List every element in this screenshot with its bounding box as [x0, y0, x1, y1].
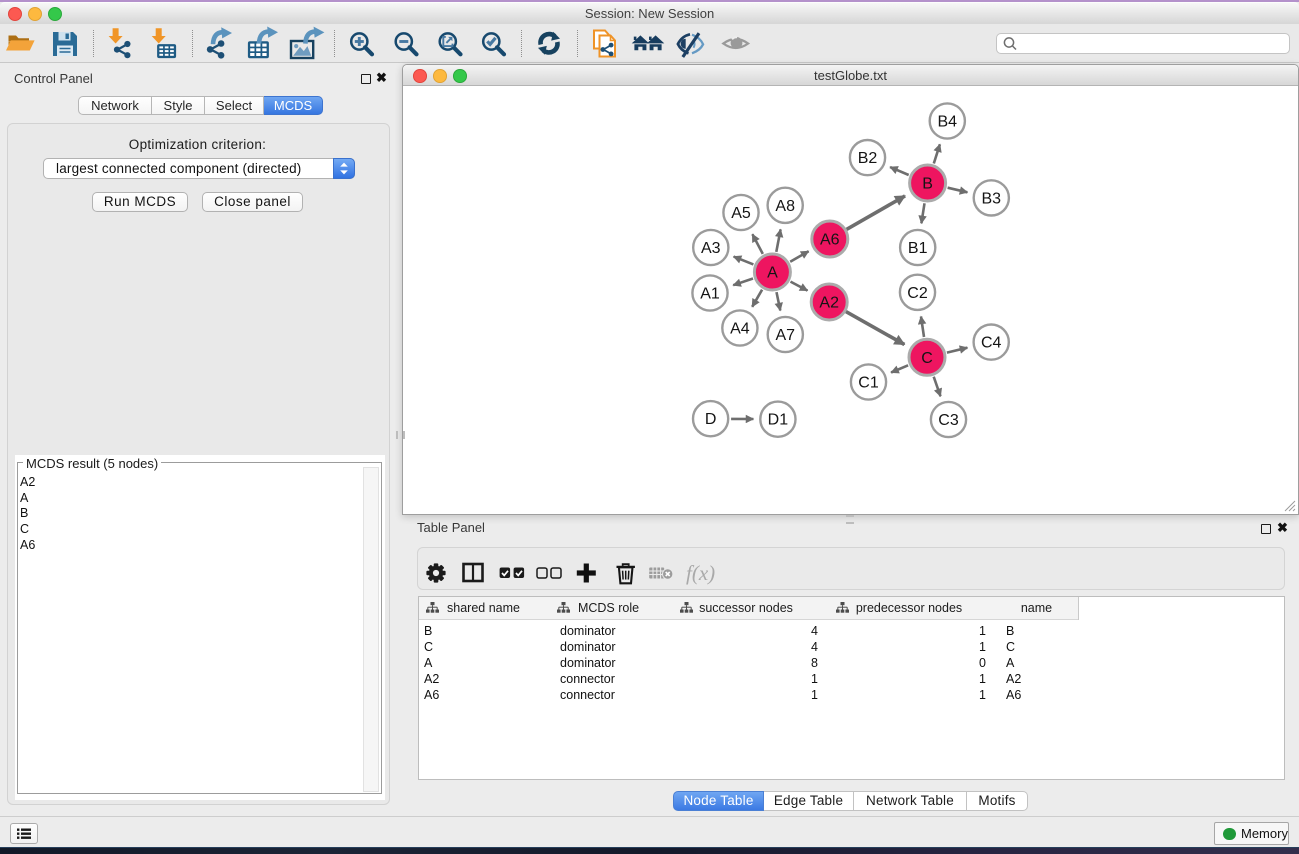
svg-text:C4: C4: [981, 335, 1002, 352]
svg-text:B3: B3: [982, 190, 1002, 207]
svg-text:C3: C3: [938, 412, 959, 429]
svg-text:B4: B4: [938, 114, 958, 131]
svg-text:D: D: [705, 411, 717, 428]
svg-text:A8: A8: [775, 198, 795, 215]
svg-text:A: A: [767, 265, 778, 282]
svg-text:A6: A6: [820, 232, 840, 249]
svg-text:B1: B1: [908, 240, 928, 257]
svg-text:B: B: [922, 176, 933, 193]
svg-text:A4: A4: [730, 321, 750, 338]
svg-text:C: C: [921, 350, 933, 367]
svg-text:D1: D1: [768, 412, 789, 429]
svg-text:C2: C2: [907, 285, 928, 302]
svg-text:C1: C1: [858, 375, 879, 392]
svg-text:A2: A2: [819, 295, 839, 312]
svg-text:A5: A5: [731, 205, 751, 222]
svg-text:A1: A1: [700, 286, 720, 303]
svg-text:A7: A7: [776, 327, 796, 344]
svg-text:f(x): f(x): [686, 561, 715, 585]
svg-text:A3: A3: [701, 240, 721, 257]
svg-text:B2: B2: [858, 150, 878, 167]
